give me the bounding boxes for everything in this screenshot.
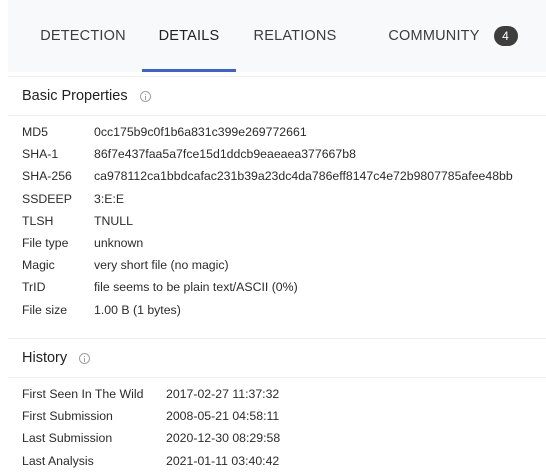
tab-relations-label: RELATIONS <box>253 28 337 44</box>
property-row: SHA-1 86f7e437faa5a7fce15d1ddcb9eaeaea377… <box>8 143 546 165</box>
property-row: TLSH TNULL <box>8 210 546 232</box>
history-card: History First Seen In The Wild 2017-02-27… <box>8 338 546 472</box>
history-title: History <box>22 350 68 366</box>
property-row: File type unknown <box>8 232 546 254</box>
property-key: MD5 <box>22 125 48 140</box>
property-key: Magic <box>22 258 55 273</box>
property-value: very short file (no magic) <box>94 258 229 273</box>
community-count-badge: 4 <box>493 26 518 46</box>
info-icon[interactable] <box>79 352 91 364</box>
history-row: First Seen In The Wild 2017-02-27 11:37:3… <box>8 383 546 405</box>
property-value: 3:E:E <box>94 191 125 206</box>
property-row: TrID file seems to be plain text/ASCII (0… <box>8 276 546 298</box>
property-row: Magic very short file (no magic) <box>8 254 546 276</box>
property-value: ca978112ca1bbdcafac231b39a23dc4da786eff8… <box>94 169 513 184</box>
info-icon[interactable] <box>139 90 151 102</box>
property-key: SHA-1 <box>22 147 59 162</box>
history-key: Last Analysis <box>22 453 94 468</box>
property-row: SHA-256 ca978112ca1bbdcafac231b39a23dc4da… <box>8 165 546 187</box>
history-row: First Submission 2008-05-21 04:58:11 <box>8 405 546 427</box>
property-row: File size 1.00 B (1 bytes) <box>8 299 546 321</box>
tab-details[interactable]: DETAILS <box>142 0 236 72</box>
history-key: Last Submission <box>22 431 113 446</box>
active-tab-indicator <box>142 69 236 72</box>
property-value: TNULL <box>94 213 133 228</box>
basic-properties-title: Basic Properties <box>22 88 128 104</box>
property-value: file seems to be plain text/ASCII (0%) <box>94 280 298 295</box>
basic-properties-list: MD5 0cc175b9c0f1b6a831c399e269772661 SHA-… <box>8 116 546 321</box>
tab-community-label: COMMUNITY <box>388 28 480 44</box>
property-value: 1.00 B (1 bytes) <box>94 302 181 317</box>
history-key: First Submission <box>22 409 113 424</box>
property-row: SSDEEP 3:E:E <box>8 188 546 210</box>
history-value: 2017-02-27 11:37:32 <box>166 387 280 402</box>
property-key: TrID <box>22 280 46 295</box>
history-row: Last Analysis 2021-01-11 03:40:42 <box>8 450 546 472</box>
tab-details-label: DETAILS <box>158 28 220 44</box>
tab-bar: DETECTION DETAILS RELATIONS COMMUNITY 4 <box>8 0 546 72</box>
property-value: unknown <box>94 236 144 251</box>
property-value: 0cc175b9c0f1b6a831c399e269772661 <box>94 125 307 140</box>
basic-properties-header: Basic Properties <box>8 76 546 116</box>
property-value: 86f7e437faa5a7fce15d1ddcb9eaeaea377667b8 <box>94 147 356 162</box>
history-value: 2020-12-30 08:29:58 <box>166 431 281 446</box>
history-value: 2021-01-11 03:40:42 <box>166 453 280 468</box>
history-value: 2008-05-21 04:58:11 <box>166 409 280 424</box>
property-key: SHA-256 <box>22 169 72 184</box>
tab-detection[interactable]: DETECTION <box>34 0 132 72</box>
history-key: First Seen In The Wild <box>22 387 144 402</box>
history-list: First Seen In The Wild 2017-02-27 11:37:3… <box>8 378 546 472</box>
history-header: History <box>8 338 546 378</box>
property-key: File size <box>22 302 68 317</box>
property-key: SSDEEP <box>22 191 72 206</box>
property-key: TLSH <box>22 213 54 228</box>
tab-community[interactable]: COMMUNITY 4 <box>380 0 526 72</box>
property-key: File type <box>22 236 69 251</box>
history-row: Last Submission 2020-12-30 08:29:58 <box>8 427 546 449</box>
tab-detection-label: DETECTION <box>40 28 126 44</box>
basic-properties-card: Basic Properties MD5 0cc175b9c0f1b6a831c3… <box>8 76 546 321</box>
tab-relations[interactable]: RELATIONS <box>248 0 342 72</box>
property-row: MD5 0cc175b9c0f1b6a831c399e269772661 <box>8 121 546 143</box>
